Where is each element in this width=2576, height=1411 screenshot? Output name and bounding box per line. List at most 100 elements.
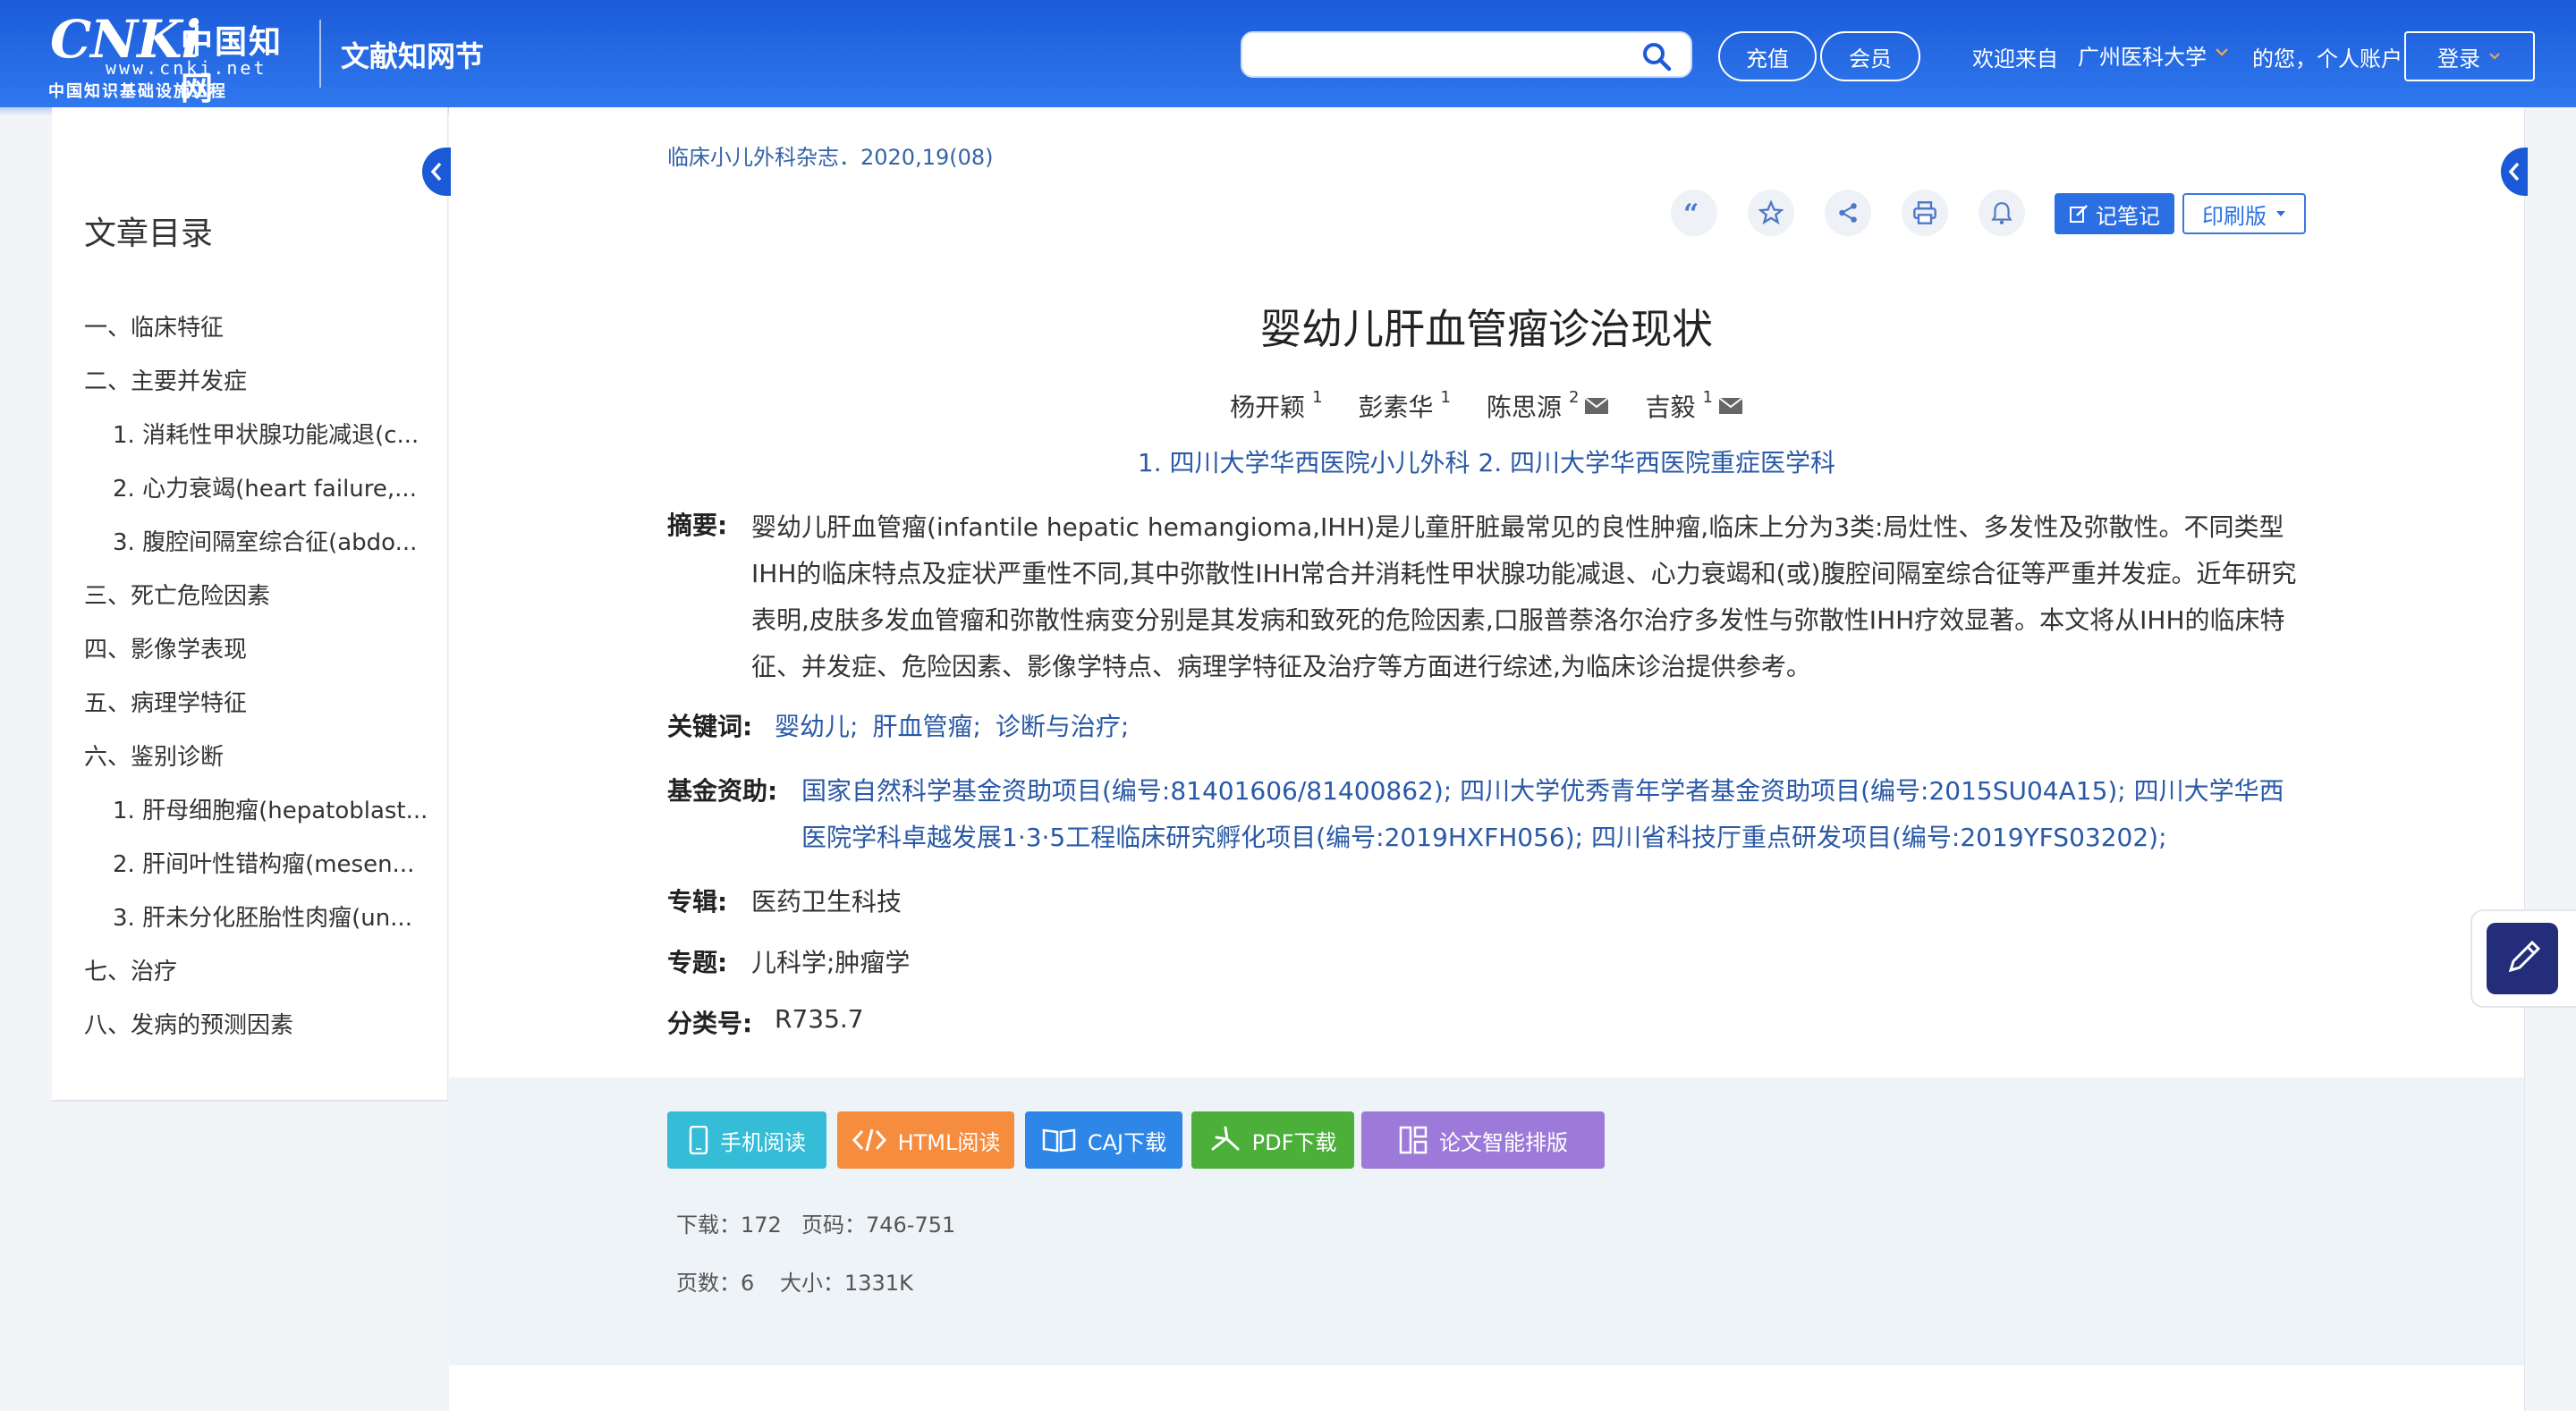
- toc-item[interactable]: 二、主要并发症: [84, 363, 435, 396]
- author[interactable]: 彭素华 1: [1359, 388, 1451, 424]
- mobile-read-button[interactable]: 手机阅读: [667, 1111, 826, 1169]
- toc-item[interactable]: 八、发病的预测因素: [84, 1007, 435, 1040]
- share-icon[interactable]: [1825, 190, 1871, 236]
- mail-icon[interactable]: [1718, 397, 1743, 415]
- top-header: CNKi 中国知网 www.cnki.net 中国知识基础设施工程 文献知网节 …: [0, 0, 2576, 116]
- caj-download-label: CAJ下载: [1087, 1129, 1167, 1155]
- note-label: 记笔记: [2096, 203, 2160, 229]
- logo-divider: [319, 20, 321, 88]
- pdf-download-button[interactable]: PDF下载: [1191, 1111, 1354, 1169]
- print-version-button[interactable]: 印刷版: [2182, 193, 2306, 234]
- print-version-label: 印刷版: [2202, 203, 2267, 229]
- favorite-star-icon[interactable]: [1748, 190, 1794, 236]
- author-name: 吉毅: [1645, 393, 1696, 422]
- book-icon: [1042, 1128, 1076, 1153]
- html-read-button[interactable]: HTML阅读: [837, 1111, 1014, 1169]
- scroll-track: [2524, 107, 2525, 1411]
- chevron-down-icon[interactable]: [2213, 43, 2231, 61]
- toc-item[interactable]: 2. 肝间叶性错构瘤(mesen...: [113, 846, 435, 879]
- keyword-link[interactable]: 肝血管瘤;: [872, 707, 980, 743]
- member-button[interactable]: 会员: [1820, 31, 1920, 81]
- phone-icon: [689, 1126, 708, 1154]
- author[interactable]: 杨开颖 1: [1230, 388, 1322, 424]
- toc-item[interactable]: 1. 消耗性甲状腺功能减退(c...: [113, 417, 435, 450]
- print-icon[interactable]: [1902, 190, 1948, 236]
- keyword-link[interactable]: 诊断与治疗;: [996, 707, 1129, 743]
- toc-item[interactable]: 四、影像学表现: [84, 631, 435, 664]
- topic-label: 专题:: [667, 948, 728, 977]
- toc-item[interactable]: 3. 腹腔间隔室综合征(abdo...: [113, 524, 435, 557]
- caj-download-button[interactable]: CAJ下载: [1025, 1111, 1182, 1169]
- toc-item[interactable]: 六、鉴别诊断: [84, 739, 435, 772]
- author-sup: 2: [1569, 388, 1580, 407]
- site-name: 文献知网节: [341, 39, 485, 73]
- author-sup: 1: [1440, 388, 1451, 407]
- pen-icon: [2508, 940, 2541, 973]
- right-gutter: [2524, 107, 2576, 1411]
- toc-item[interactable]: 五、病理学特征: [84, 685, 435, 718]
- download-area: 手机阅读 HTML阅读 CAJ下载 PDF下载 论文智能排版 下载：172 页码…: [449, 1077, 2524, 1365]
- code-icon: [852, 1128, 886, 1152]
- html-read-label: HTML阅读: [897, 1129, 1001, 1155]
- page-count: 页数：6: [676, 1271, 755, 1296]
- author[interactable]: 陈思源 2: [1487, 388, 1610, 424]
- recharge-button[interactable]: 充值: [1718, 31, 1817, 81]
- toc-item[interactable]: 2. 心力衰竭(heart failure,...: [113, 470, 435, 503]
- series-value: 医药卫生科技: [751, 887, 902, 917]
- toc-item[interactable]: 七、治疗: [84, 953, 435, 986]
- bell-icon[interactable]: [1979, 190, 2025, 236]
- smart-layout-label: 论文智能排版: [1439, 1129, 1568, 1155]
- mobile-read-label: 手机阅读: [720, 1129, 806, 1155]
- toc-title: 文章目录: [84, 215, 214, 252]
- smart-layout-button[interactable]: 论文智能排版: [1361, 1111, 1605, 1169]
- author[interactable]: 吉毅 1: [1645, 388, 1743, 424]
- series-label: 专辑:: [667, 887, 728, 917]
- toc-item[interactable]: 一、临床特征: [84, 309, 435, 342]
- author-name: 杨开颖: [1230, 393, 1306, 422]
- layout-icon: [1399, 1126, 1428, 1154]
- search-input[interactable]: [1258, 38, 1634, 72]
- article-title: 婴幼儿肝血管瘤诊治现状: [1260, 305, 1713, 353]
- logo-url: www.cnki.net: [106, 57, 267, 79]
- chevron-left-icon: [430, 162, 442, 182]
- keyword-list: 婴幼儿; 肝血管瘤; 诊断与治疗;: [775, 707, 1129, 743]
- logo-subtitle: 中国知识基础设施工程: [48, 82, 227, 101]
- journal-link[interactable]: 临床小儿外科杂志．2020,19(08): [667, 139, 994, 171]
- cnki-logo[interactable]: CNKi 中国知网 www.cnki.net 中国知识基础设施工程: [47, 9, 306, 107]
- pdf-icon: [1211, 1126, 1240, 1151]
- author-sup: 1: [1312, 388, 1323, 407]
- abstract-label: 摘要:: [667, 511, 728, 540]
- mail-icon[interactable]: [1584, 397, 1610, 415]
- toc-item[interactable]: 1. 肝母细胞瘤(hepatoblast...: [113, 792, 435, 825]
- keyword-link[interactable]: 婴幼儿;: [775, 707, 858, 743]
- fund-text[interactable]: 国家自然科学基金资助项目(编号:81401606/81400862); 四川大学…: [801, 768, 2308, 861]
- toc-item[interactable]: 3. 肝未分化胚胎性肉瘤(un...: [113, 900, 435, 933]
- chevron-left-icon: [2508, 162, 2520, 182]
- institution-name[interactable]: 广州医科大学: [2078, 39, 2207, 71]
- toc-sidebar: 文章目录 一、临床特征 二、主要并发症 1. 消耗性甲状腺功能减退(c... 2…: [52, 107, 448, 1102]
- file-size: 大小：1331K: [780, 1271, 913, 1296]
- affiliations[interactable]: 1. 四川大学华西医院小儿外科 2. 四川大学华西医院重症医学科: [449, 444, 2524, 479]
- pdf-download-label: PDF下载: [1251, 1129, 1337, 1155]
- fund-label: 基金资助:: [667, 776, 778, 806]
- author-sup: 1: [1702, 388, 1713, 407]
- login-button[interactable]: 登录: [2404, 31, 2535, 81]
- toc-item[interactable]: 三、死亡危险因素: [84, 578, 435, 611]
- svg-text:“: “: [1683, 203, 1699, 223]
- author-name: 彭素华: [1358, 393, 1434, 422]
- author-name: 陈思源: [1487, 393, 1563, 422]
- abstract-text: 婴幼儿肝血管瘤(infantile hepatic hemangioma,IHH…: [751, 512, 2297, 681]
- cite-icon[interactable]: “: [1671, 190, 1717, 236]
- search-icon[interactable]: [1640, 40, 1673, 72]
- pen-box: [2487, 923, 2558, 994]
- login-label: 登录: [2437, 46, 2480, 72]
- topic-value: 儿科学;肿瘤学: [751, 948, 911, 977]
- take-note-button[interactable]: 记笔记: [2055, 193, 2174, 234]
- download-count: 下载：172: [676, 1212, 782, 1238]
- keywords-label: 关键词:: [667, 712, 753, 741]
- search-box: [1241, 31, 1692, 78]
- class-value: R735.7: [775, 1004, 864, 1034]
- author-list: 杨开颖 1 彭素华 1 陈思源 2 吉毅 1: [449, 388, 2524, 424]
- edit-icon: [2070, 205, 2088, 223]
- floating-note-button[interactable]: [2470, 909, 2576, 1008]
